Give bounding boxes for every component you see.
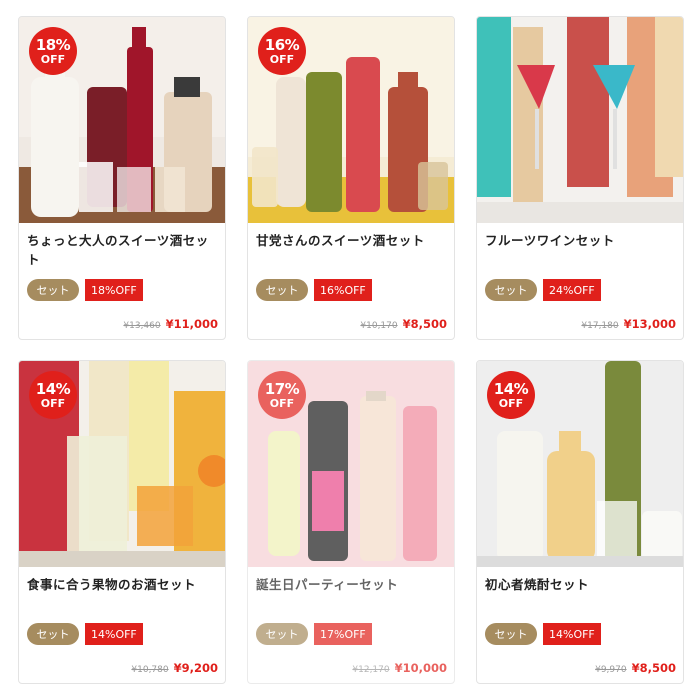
discount-badge: 14% OFF [487, 371, 535, 419]
price-row: ¥10,170 ¥8,500 [360, 317, 447, 331]
discount-percent: 14% [35, 379, 71, 398]
tag-row: セット 24%OFF [485, 279, 601, 301]
price-row: ¥10,780 ¥9,200 [131, 661, 218, 675]
set-tag: セット [256, 279, 308, 301]
discount-percent: 14% [493, 379, 529, 398]
discount-tag: 18%OFF [85, 279, 143, 301]
discount-off-label: OFF [498, 396, 524, 410]
product-title[interactable]: 誕生日パーティーセット [256, 575, 448, 594]
discount-tag: 17%OFF [314, 623, 372, 645]
discount-badge: 17% OFF [258, 371, 306, 419]
sale-price: ¥10,000 [394, 661, 447, 675]
discount-tag: 16%OFF [314, 279, 372, 301]
product-image[interactable] [477, 17, 683, 223]
original-price: ¥9,970 [595, 665, 627, 675]
price-row: ¥12,170 ¥10,000 [352, 661, 447, 675]
original-price: ¥17,180 [581, 321, 619, 331]
product-card[interactable]: 18% OFF ちょっと大人のスイーツ酒セット セット 18%OFF ¥13,4… [18, 16, 226, 340]
discount-percent: 17% [264, 379, 300, 398]
discount-percent: 16% [264, 35, 300, 54]
price-row: ¥17,180 ¥13,000 [581, 317, 676, 331]
price-row: ¥13,460 ¥11,000 [123, 317, 218, 331]
product-grid: 18% OFF ちょっと大人のスイーツ酒セット セット 18%OFF ¥13,4… [0, 0, 693, 688]
product-card[interactable]: 16% OFF 甘党さんのスイーツ酒セット セット 16%OFF ¥10,170… [247, 16, 455, 340]
discount-off-label: OFF [40, 396, 66, 410]
discount-badge: 16% OFF [258, 27, 306, 75]
tag-row: セット 14%OFF [485, 623, 601, 645]
set-tag: セット [27, 279, 79, 301]
sale-price: ¥11,000 [165, 317, 218, 331]
original-price: ¥10,170 [360, 321, 398, 331]
discount-badge: 14% OFF [29, 371, 77, 419]
sale-price: ¥8,500 [631, 661, 676, 675]
tag-row: セット 17%OFF [256, 623, 372, 645]
product-card[interactable]: フルーツワインセット セット 24%OFF ¥17,180 ¥13,000 [476, 16, 684, 340]
sale-price: ¥13,000 [623, 317, 676, 331]
sale-price: ¥8,500 [402, 317, 447, 331]
set-tag: セット [256, 623, 308, 645]
discount-tag: 14%OFF [543, 623, 601, 645]
discount-badge: 18% OFF [29, 27, 77, 75]
price-row: ¥9,970 ¥8,500 [595, 661, 676, 675]
set-tag: セット [485, 279, 537, 301]
tag-row: セット 18%OFF [27, 279, 143, 301]
tag-row: セット 14%OFF [27, 623, 143, 645]
product-card[interactable]: 14% OFF 初心者焼酎セット セット 14%OFF ¥9,970 ¥8,50… [476, 360, 684, 684]
product-title[interactable]: フルーツワインセット [485, 231, 677, 250]
discount-tag: 24%OFF [543, 279, 601, 301]
product-title[interactable]: 甘党さんのスイーツ酒セット [256, 231, 448, 250]
product-card[interactable]: 17% OFF 誕生日パーティーセット セット 17%OFF ¥12,170 ¥… [247, 360, 455, 684]
original-price: ¥12,170 [352, 665, 390, 675]
discount-off-label: OFF [40, 52, 66, 66]
set-tag: セット [27, 623, 79, 645]
sale-price: ¥9,200 [173, 661, 218, 675]
tag-row: セット 16%OFF [256, 279, 372, 301]
set-tag: セット [485, 623, 537, 645]
discount-off-label: OFF [269, 396, 295, 410]
discount-off-label: OFF [269, 52, 295, 66]
product-title[interactable]: 食事に合う果物のお酒セット [27, 575, 219, 594]
discount-percent: 18% [35, 35, 71, 54]
original-price: ¥10,780 [131, 665, 169, 675]
product-card[interactable]: 14% OFF 食事に合う果物のお酒セット セット 14%OFF ¥10,780… [18, 360, 226, 684]
product-title[interactable]: 初心者焼酎セット [485, 575, 677, 594]
product-title[interactable]: ちょっと大人のスイーツ酒セット [27, 231, 219, 269]
original-price: ¥13,460 [123, 321, 161, 331]
discount-tag: 14%OFF [85, 623, 143, 645]
